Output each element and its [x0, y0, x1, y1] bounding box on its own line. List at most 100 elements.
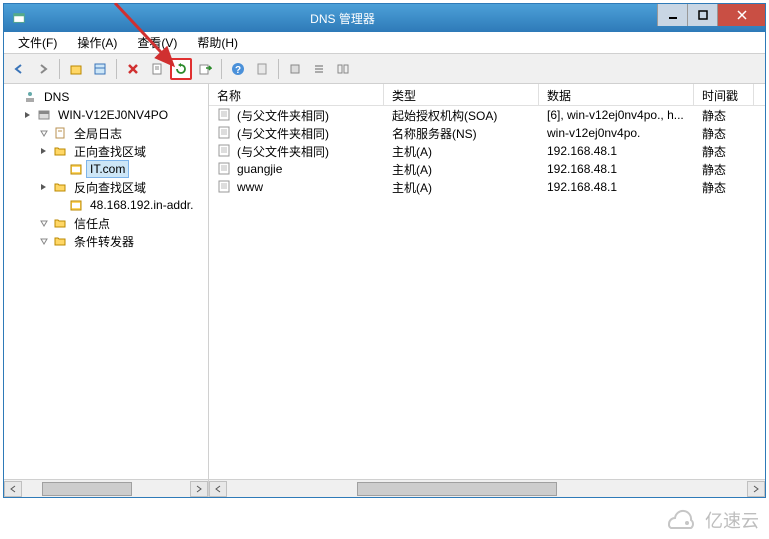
list-scrollbar[interactable]	[209, 479, 765, 497]
record-timestamp: 静态	[694, 179, 754, 196]
close-button[interactable]	[717, 4, 765, 26]
col-type[interactable]: 类型	[384, 84, 539, 105]
tree-reverse-zones[interactable]: 反向查找区域	[4, 178, 208, 196]
list-header: 名称 类型 数据 时间戳	[209, 84, 765, 106]
record-data: [6], win-v12ej0nv4po., h...	[539, 108, 694, 122]
col-name[interactable]: 名称	[209, 84, 384, 105]
scroll-thumb[interactable]	[42, 482, 132, 496]
tree-scrollbar[interactable]	[4, 479, 208, 497]
col-timestamp[interactable]: 时间戳	[694, 84, 754, 105]
record-icon	[217, 161, 233, 177]
menu-view[interactable]: 查看(V)	[127, 31, 187, 54]
record-name: (与父文件夹相同)	[237, 143, 329, 160]
record-data: 192.168.48.1	[539, 144, 694, 158]
expander-icon[interactable]	[38, 145, 50, 157]
list-row[interactable]: (与父文件夹相同)主机(A)192.168.48.1静态	[209, 142, 765, 160]
list-body[interactable]: (与父文件夹相同) 起始授权机构(SOA)[6], win-v12ej0nv4po…	[209, 106, 765, 479]
record-timestamp: 静态	[694, 161, 754, 178]
record-data: 192.168.48.1	[539, 180, 694, 194]
help-button[interactable]: ?	[227, 58, 249, 80]
record-data: win-v12ej0nv4po.	[539, 126, 694, 140]
tree-forward-zones[interactable]: 正向查找区域	[4, 142, 208, 160]
tree-zone-itcom[interactable]: IT.com	[4, 160, 208, 178]
record-type: 名称服务器(NS)	[384, 125, 539, 142]
server-icon	[36, 107, 52, 123]
filter-button[interactable]	[251, 58, 273, 80]
toolbar-divider	[116, 59, 117, 79]
log-icon	[52, 125, 68, 141]
menu-file[interactable]: 文件(F)	[8, 31, 67, 54]
scroll-right-icon[interactable]	[747, 481, 765, 497]
scroll-left-icon[interactable]	[4, 481, 22, 497]
list-row[interactable]: (与父文件夹相同)起始授权机构(SOA)[6], win-v12ej0nv4po…	[209, 106, 765, 124]
expander-icon[interactable]	[38, 181, 50, 193]
list-row[interactable]: www 主机(A)192.168.48.1静态	[209, 178, 765, 196]
record-icon	[217, 125, 233, 141]
detail-view-button[interactable]	[332, 58, 354, 80]
tree-global-log[interactable]: 全局日志	[4, 124, 208, 142]
content-area: DNS WIN-V12EJ0NV4PO 全局日志 正向查找区域	[4, 84, 765, 497]
record-timestamp: 静态	[694, 107, 754, 124]
watermark-text: 亿速云	[705, 507, 759, 533]
dns-icon	[22, 89, 38, 105]
scroll-left-icon[interactable]	[209, 481, 227, 497]
expander-icon[interactable]	[38, 127, 50, 139]
tree-panel: DNS WIN-V12EJ0NV4PO 全局日志 正向查找区域	[4, 84, 209, 497]
forward-button[interactable]	[32, 58, 54, 80]
tree-root-dns[interactable]: DNS	[4, 88, 208, 106]
refresh-button[interactable]	[170, 58, 192, 80]
tree-reverse-zone-item[interactable]: 48.168.192.in-addr.	[4, 196, 208, 214]
tree-body[interactable]: DNS WIN-V12EJ0NV4PO 全局日志 正向查找区域	[4, 84, 208, 479]
maximize-button[interactable]	[687, 4, 717, 26]
toolbar-divider	[278, 59, 279, 79]
folder-icon	[52, 233, 68, 249]
svg-text:?: ?	[235, 65, 241, 76]
toolbar: ?	[4, 54, 765, 84]
delete-button[interactable]	[122, 58, 144, 80]
record-name: www	[237, 180, 263, 194]
record-type: 主机(A)	[384, 143, 539, 160]
menu-action[interactable]: 操作(A)	[67, 31, 127, 54]
folder-icon	[52, 143, 68, 159]
up-button[interactable]	[65, 58, 87, 80]
dns-manager-window: DNS 管理器 文件(F) 操作(A) 查看(V) 帮助(H) ?	[3, 3, 766, 498]
new-item-button[interactable]	[284, 58, 306, 80]
app-icon	[10, 9, 28, 27]
record-timestamp: 静态	[694, 125, 754, 142]
window-title: DNS 管理器	[28, 10, 657, 27]
titlebar: DNS 管理器	[4, 4, 765, 32]
menu-help[interactable]: 帮助(H)	[187, 31, 248, 54]
watermark: 亿速云	[661, 507, 759, 533]
record-type: 起始授权机构(SOA)	[384, 107, 539, 124]
zone-icon	[68, 161, 84, 177]
tree-conditional-forwarders[interactable]: 条件转发器	[4, 232, 208, 250]
list-row[interactable]: guangjie 主机(A)192.168.48.1静态	[209, 160, 765, 178]
back-button[interactable]	[8, 58, 30, 80]
properties-button[interactable]	[146, 58, 168, 80]
window-controls	[657, 4, 765, 32]
export-button[interactable]	[194, 58, 216, 80]
record-type: 主机(A)	[384, 161, 539, 178]
scroll-track[interactable]	[227, 481, 747, 497]
col-data[interactable]: 数据	[539, 84, 694, 105]
expander-icon[interactable]	[38, 235, 50, 247]
record-type: 主机(A)	[384, 179, 539, 196]
scroll-track[interactable]	[22, 481, 190, 497]
scroll-thumb[interactable]	[357, 482, 557, 496]
list-panel: 名称 类型 数据 时间戳 (与父文件夹相同) 起始授权机构(SOA)[6], wi…	[209, 84, 765, 497]
scroll-right-icon[interactable]	[190, 481, 208, 497]
toolbar-divider	[221, 59, 222, 79]
tree-trust-points[interactable]: 信任点	[4, 214, 208, 232]
record-name: guangjie	[237, 162, 282, 176]
record-icon	[217, 143, 233, 159]
menubar: 文件(F) 操作(A) 查看(V) 帮助(H)	[4, 32, 765, 54]
expander-icon[interactable]	[22, 109, 34, 121]
list-view-button[interactable]	[308, 58, 330, 80]
list-row[interactable]: (与父文件夹相同)名称服务器(NS)win-v12ej0nv4po.静态	[209, 124, 765, 142]
watermark-logo-icon	[661, 508, 699, 532]
record-data: 192.168.48.1	[539, 162, 694, 176]
expander-icon[interactable]	[38, 217, 50, 229]
tree-server[interactable]: WIN-V12EJ0NV4PO	[4, 106, 208, 124]
show-hide-button[interactable]	[89, 58, 111, 80]
minimize-button[interactable]	[657, 4, 687, 26]
